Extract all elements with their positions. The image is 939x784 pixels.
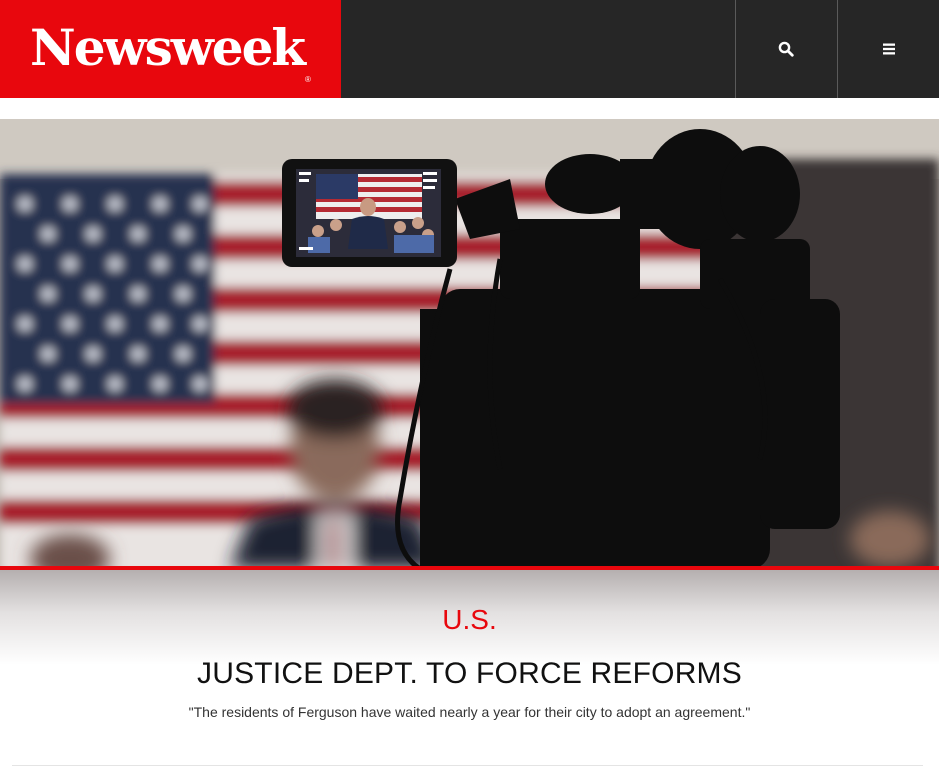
logo-text: Newsweek <box>30 18 306 77</box>
section-label[interactable]: U.S. <box>0 602 939 638</box>
hamburger-menu-icon <box>883 43 895 55</box>
menu-button[interactable] <box>837 0 939 98</box>
divider <box>12 765 923 766</box>
site-header: Newsweek ® <box>0 0 939 98</box>
registered-mark: ® <box>305 74 311 84</box>
newsweek-logo[interactable]: Newsweek ® <box>0 0 341 98</box>
search-icon <box>778 41 794 57</box>
hero-image[interactable] <box>0 119 939 569</box>
camera-flag-photo <box>0 119 939 569</box>
article-headline[interactable]: JUSTICE DEPT. TO FORCE REFORMS <box>0 654 939 694</box>
article-dek: "The residents of Ferguson have waited n… <box>188 704 751 720</box>
search-button[interactable] <box>735 0 836 98</box>
